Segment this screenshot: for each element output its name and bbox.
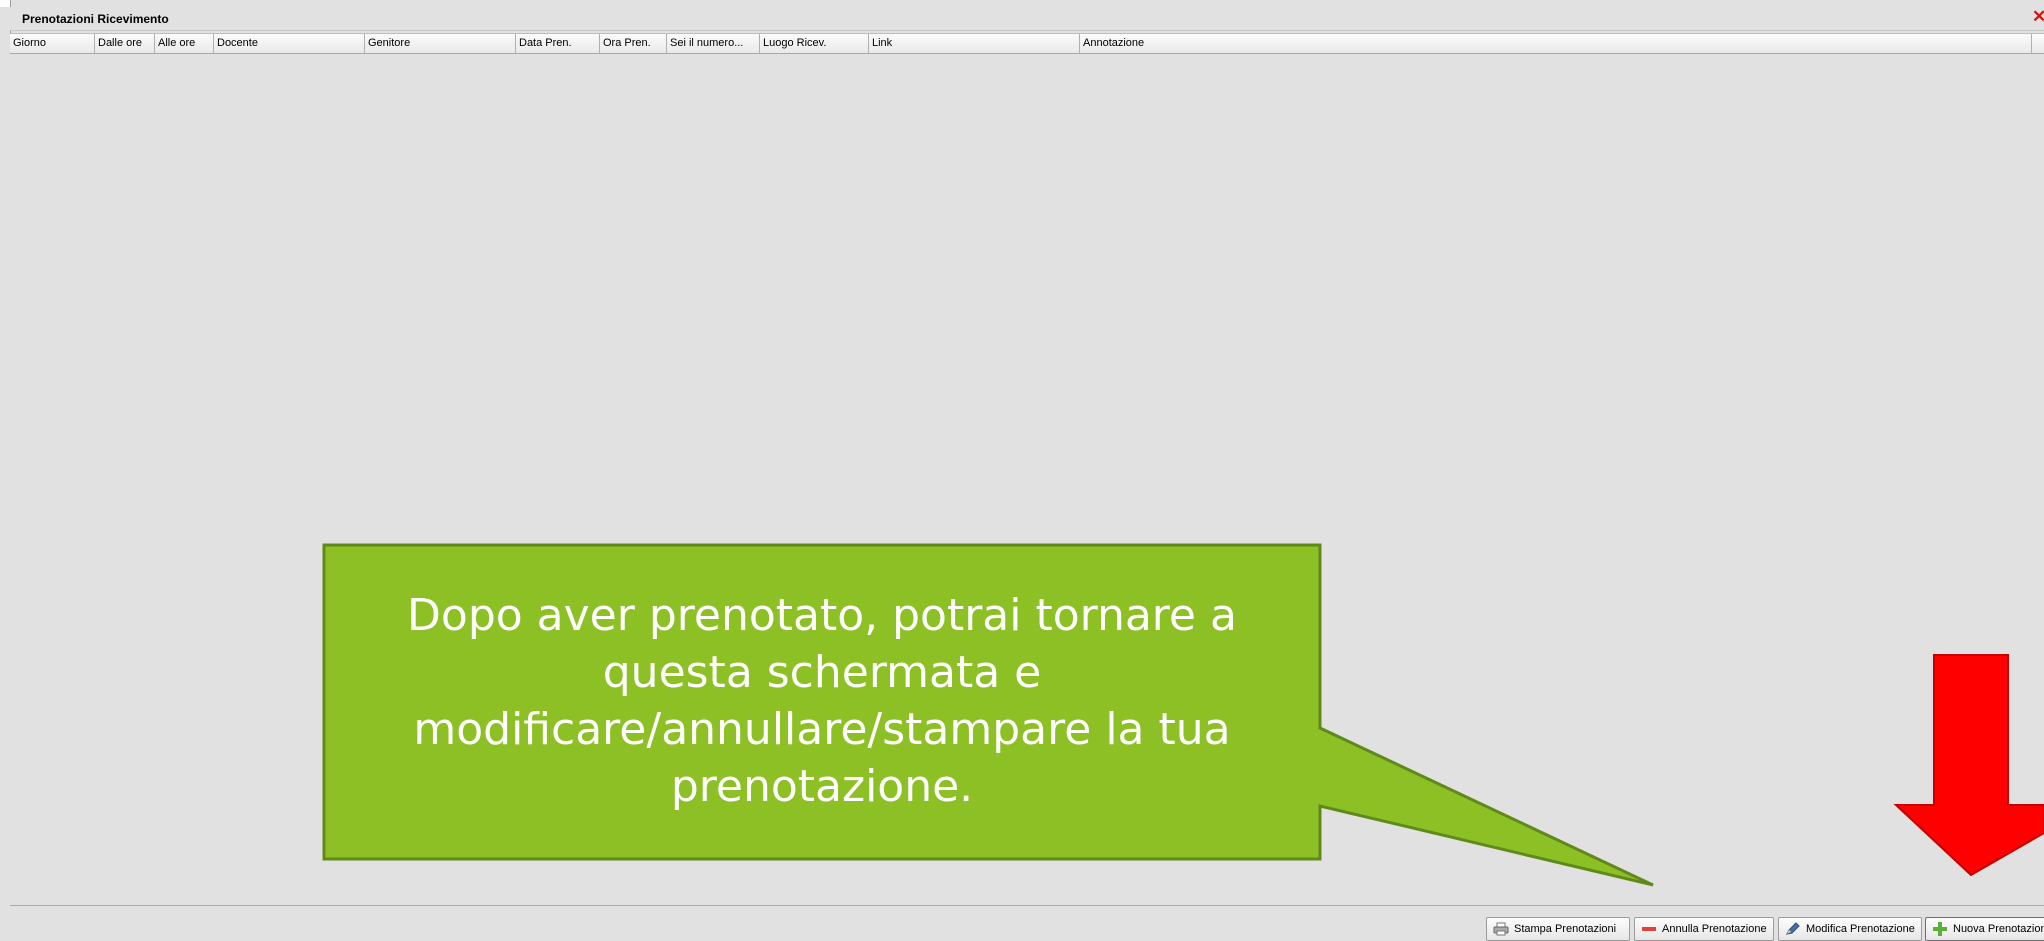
printer-icon bbox=[1493, 922, 1509, 936]
column-header-sei-il-numero[interactable]: Sei il numero... bbox=[667, 34, 760, 53]
table-header: Giorno Dalle ore Alle ore Docente Genito… bbox=[10, 33, 2044, 54]
column-header-docente[interactable]: Docente bbox=[214, 34, 365, 53]
column-header-dalle-ore[interactable]: Dalle ore bbox=[95, 34, 155, 53]
new-booking-label: Nuova Prenotazione bbox=[1953, 923, 2044, 935]
column-header-genitore[interactable]: Genitore bbox=[365, 34, 516, 53]
edit-booking-button[interactable]: Modifica Prenotazione bbox=[1778, 917, 1922, 941]
column-header-ora-pren[interactable]: Ora Pren. bbox=[600, 34, 667, 53]
column-header-link[interactable]: Link bbox=[869, 34, 1080, 53]
column-header-giorno[interactable]: Giorno bbox=[10, 34, 95, 53]
print-bookings-label: Stampa Prenotazioni bbox=[1514, 923, 1617, 935]
edit-booking-label: Modifica Prenotazione bbox=[1806, 923, 1915, 935]
column-header-data-pren[interactable]: Data Pren. bbox=[516, 34, 600, 53]
print-bookings-button[interactable]: Stampa Prenotazioni bbox=[1486, 917, 1630, 941]
minus-icon bbox=[1641, 922, 1657, 936]
column-header-annotazione[interactable]: Annotazione bbox=[1080, 34, 2032, 53]
window-title: Prenotazioni Ricevimento bbox=[22, 12, 169, 26]
column-header-luogo-ricev[interactable]: Luogo Ricev. bbox=[760, 34, 869, 53]
column-header-alle-ore[interactable]: Alle ore bbox=[155, 34, 214, 53]
callout-text: Dopo aver prenotato, potrai tornare a qu… bbox=[407, 590, 1237, 812]
close-icon[interactable]: ✕ bbox=[2032, 8, 2044, 26]
cancel-booking-label: Annulla Prenotazione bbox=[1662, 923, 1767, 935]
new-booking-button[interactable]: Nuova Prenotazione bbox=[1925, 917, 2044, 941]
plus-icon bbox=[1932, 922, 1948, 936]
cancel-booking-button[interactable]: Annulla Prenotazione bbox=[1634, 917, 1774, 941]
window-titlebar: Prenotazioni Ricevimento ✕ bbox=[10, 7, 2044, 31]
bottom-toolbar: Stampa Prenotazioni Annulla Prenotazione… bbox=[10, 905, 2044, 941]
pencil-icon bbox=[1785, 922, 1801, 936]
